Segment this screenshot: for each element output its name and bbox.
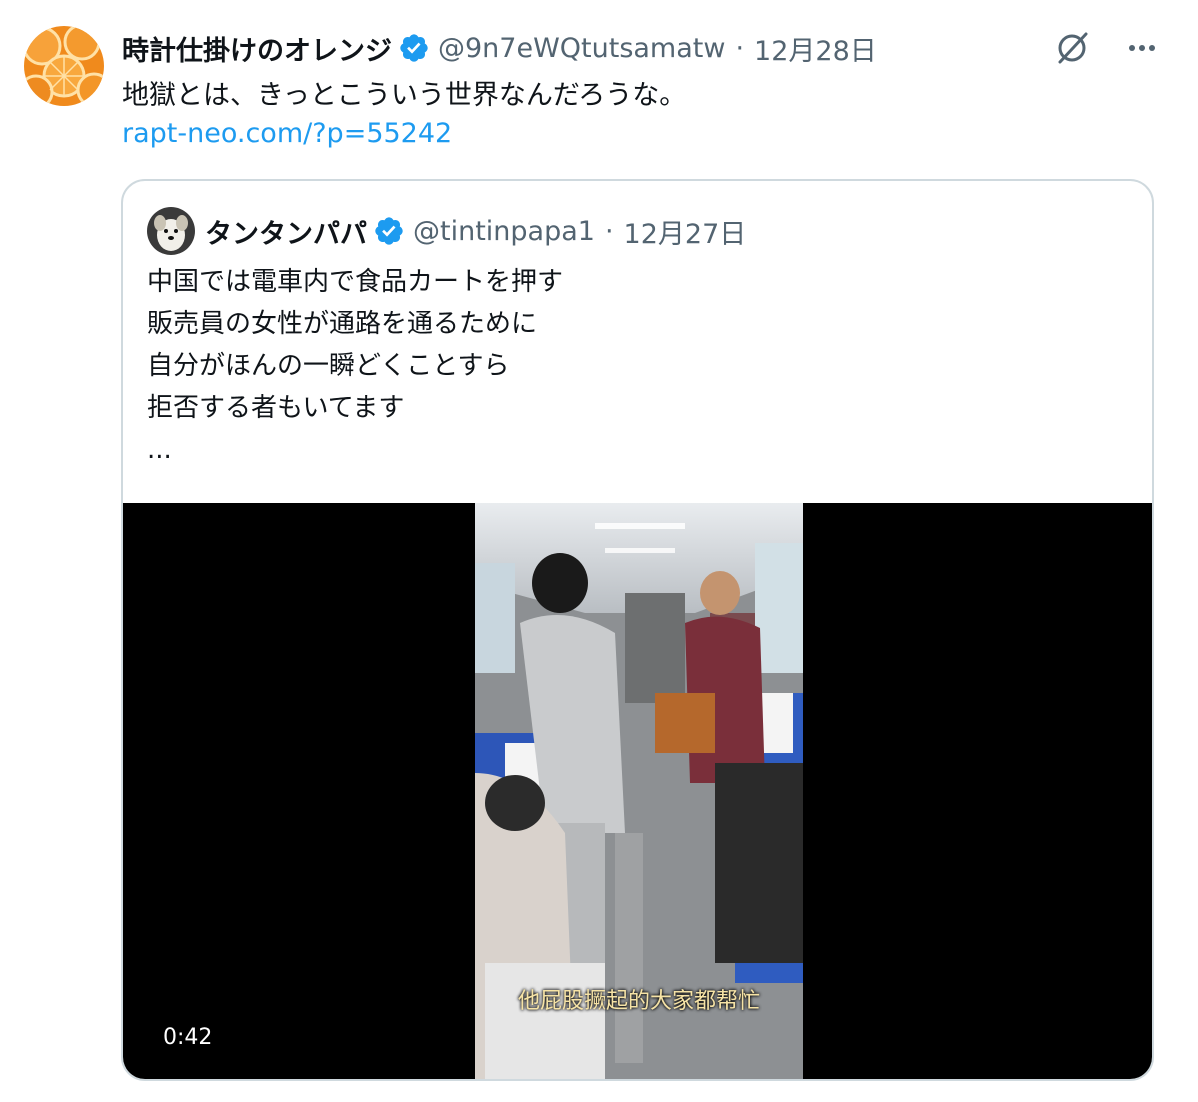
video-duration-badge: 0:42 xyxy=(153,1023,223,1052)
handle[interactable]: @9n7eWQtutsamatw xyxy=(438,33,725,64)
quoted-tweet-text: 中国では電車内で食品カートを押す 販売員の女性が通路を通るために 自分がほんの一… xyxy=(147,261,563,471)
quoted-tweet[interactable]: タンタンパパ @tintinpapa1 · 12月27日 中国では電車内で食品カ… xyxy=(121,179,1154,1081)
quoted-timestamp[interactable]: 12月27日 xyxy=(624,212,747,251)
tweet[interactable]: 時計仕掛けのオレンジ @9n7eWQtutsamatw · 12月28日 地獄と xyxy=(0,0,1198,1102)
quoted-tweet-header: タンタンパパ @tintinpapa1 · 12月27日 xyxy=(147,205,746,257)
quoted-text-line: 販売員の女性が通路を通るために xyxy=(147,309,538,339)
avatar[interactable] xyxy=(24,26,104,106)
verified-badge-icon[interactable] xyxy=(398,32,430,64)
tweet-link[interactable]: rapt-neo.com/?p=55242 xyxy=(122,114,452,154)
tweet-header: 時計仕掛けのオレンジ @9n7eWQtutsamatw · 12月28日 xyxy=(122,28,877,68)
quoted-text-ellipsis: ... xyxy=(147,435,172,465)
quoted-text-line: 拒否する者もいてます xyxy=(147,393,405,423)
quoted-text-line: 自分がほんの一瞬どくことすら xyxy=(147,351,510,381)
orange-slices-avatar-icon xyxy=(24,26,104,106)
video-frame[interactable]: 他屁股撅起的大家都帮忙 xyxy=(475,503,803,1079)
tweet-text: 地獄とは、きっとこういう世界なんだろうな。 xyxy=(122,80,687,111)
verified-badge-icon[interactable] xyxy=(373,215,405,247)
quoted-text-line: 中国では電車内で食品カートを押す xyxy=(147,267,564,297)
quoted-display-name[interactable]: タンタンパパ xyxy=(205,212,367,251)
video-subtitle: 他屁股撅起的大家都帮忙 xyxy=(517,989,760,1014)
more-dots-icon[interactable] xyxy=(1122,28,1162,68)
separator: · xyxy=(604,215,614,247)
separator: · xyxy=(735,32,745,64)
grok-slash-icon[interactable] xyxy=(1052,28,1092,68)
display-name[interactable]: 時計仕掛けのオレンジ xyxy=(122,29,392,68)
tweet-actions-top xyxy=(1052,28,1162,68)
dog-avatar-icon[interactable] xyxy=(147,207,195,255)
timestamp[interactable]: 12月28日 xyxy=(754,29,877,68)
video-player[interactable]: 他屁股撅起的大家都帮忙 0:42 xyxy=(123,503,1152,1079)
quoted-handle[interactable]: @tintinpapa1 xyxy=(413,216,595,247)
